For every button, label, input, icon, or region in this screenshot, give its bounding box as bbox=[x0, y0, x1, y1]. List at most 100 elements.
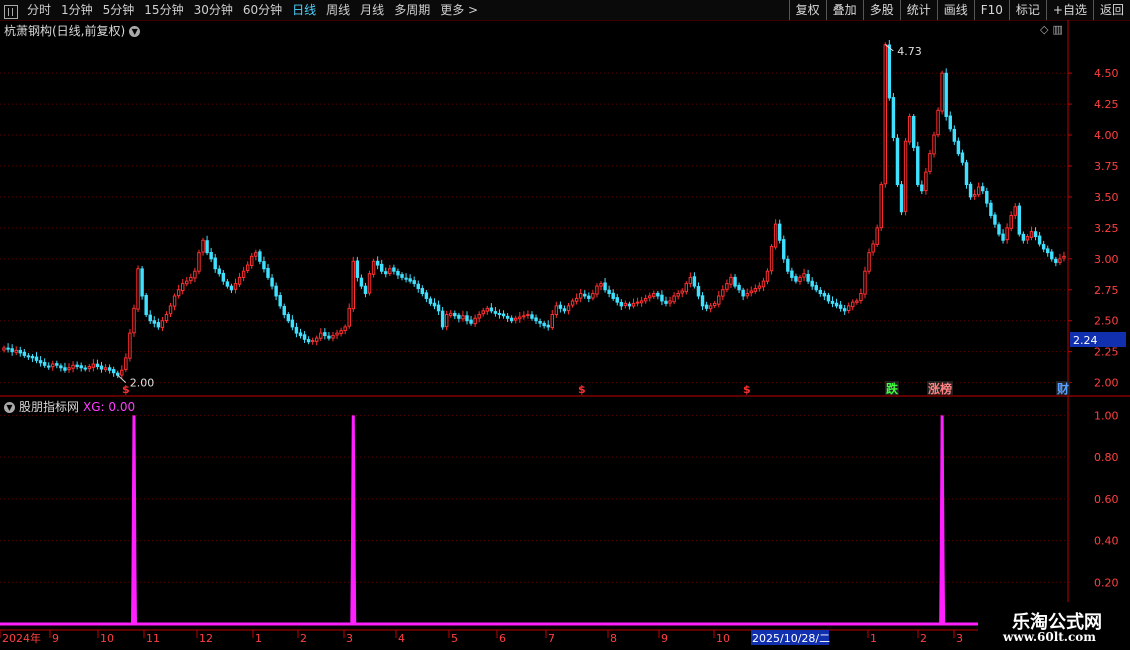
x-axis-label-14: 10 bbox=[716, 632, 730, 645]
candle-body bbox=[233, 283, 238, 290]
x-axis-label-1: 9 bbox=[52, 632, 59, 645]
candles bbox=[2, 40, 1066, 379]
candle-body bbox=[530, 314, 534, 319]
candle-body bbox=[404, 277, 408, 280]
candle-body bbox=[522, 315, 526, 318]
candle-body bbox=[270, 277, 274, 287]
grid-lines bbox=[0, 72, 1068, 583]
candle-body bbox=[899, 184, 904, 213]
candle-body bbox=[932, 134, 936, 155]
candle-body bbox=[989, 202, 993, 217]
candle-body bbox=[449, 312, 453, 316]
candle-body bbox=[879, 184, 883, 229]
candle-body bbox=[936, 109, 940, 136]
candle-body bbox=[867, 252, 871, 272]
x-axis-label-4: 12 bbox=[199, 632, 213, 645]
candle-body bbox=[351, 260, 356, 310]
candle-body bbox=[335, 332, 339, 336]
candle-body bbox=[692, 276, 697, 287]
xg-line bbox=[4, 415, 1064, 626]
event-marker-1[interactable]: $ bbox=[578, 383, 586, 396]
candle-body bbox=[704, 304, 709, 309]
candle-body bbox=[355, 260, 360, 278]
candle-body bbox=[737, 284, 741, 291]
candle-body bbox=[258, 251, 262, 262]
candle-body bbox=[615, 297, 619, 303]
candle-body bbox=[18, 349, 22, 354]
candle-body bbox=[424, 292, 429, 299]
indicator-tick-label-0: 1.00 bbox=[1094, 409, 1119, 422]
candle-body bbox=[201, 239, 205, 253]
price-tick-label-8: 2.50 bbox=[1094, 315, 1119, 328]
candle-body bbox=[916, 146, 920, 186]
candle-body bbox=[981, 186, 985, 192]
candle-body bbox=[205, 240, 209, 254]
candle-body bbox=[786, 258, 790, 272]
candle-body bbox=[428, 298, 433, 304]
candle-body bbox=[400, 274, 404, 278]
candle-body bbox=[485, 307, 490, 312]
candle-body bbox=[599, 283, 603, 287]
candle-body bbox=[59, 365, 63, 369]
candle-body bbox=[920, 184, 924, 192]
candle-body bbox=[213, 257, 217, 270]
candle-body bbox=[1041, 244, 1046, 250]
candle-body bbox=[229, 285, 234, 291]
candle-body bbox=[924, 171, 928, 192]
candle-body bbox=[607, 289, 611, 294]
x-axis-label-8: 4 bbox=[398, 632, 405, 645]
candle-body bbox=[1050, 251, 1054, 260]
candle-body bbox=[444, 314, 449, 328]
event-marker-4[interactable]: 涨榜 bbox=[928, 381, 952, 396]
candle-body bbox=[87, 366, 92, 370]
candle-body bbox=[725, 283, 729, 290]
candle-body bbox=[408, 278, 412, 282]
candle-body bbox=[481, 310, 485, 315]
candle-body bbox=[518, 316, 522, 320]
candle-body bbox=[777, 223, 782, 241]
candle-body bbox=[806, 273, 810, 282]
candle-body bbox=[1058, 258, 1062, 263]
event-marker-5[interactable]: 财 bbox=[1056, 381, 1069, 396]
event-marker-2[interactable]: $ bbox=[743, 383, 751, 396]
candle-body bbox=[688, 276, 693, 285]
x-axis-label-16: 1 bbox=[870, 632, 877, 645]
candle-body bbox=[420, 288, 425, 294]
price-tick-label-5: 3.25 bbox=[1094, 222, 1119, 235]
candle-body bbox=[6, 347, 10, 350]
indicator-tick-label-3: 0.40 bbox=[1094, 535, 1119, 548]
candle-body bbox=[250, 255, 254, 266]
chart-canvas[interactable]: 4.50 4.25 4.00 3.75 3.50 3.25 3.00 2.75 2.50 2.25… bbox=[0, 0, 1130, 650]
candle-body bbox=[164, 314, 169, 322]
candle-body bbox=[887, 44, 892, 99]
candle-body bbox=[753, 288, 758, 292]
candle-body bbox=[310, 340, 315, 343]
candle-body bbox=[838, 304, 843, 309]
high-price-label: 4.73 bbox=[897, 45, 922, 58]
candle-body bbox=[209, 251, 213, 260]
candle-body bbox=[1025, 236, 1030, 241]
candle-body bbox=[619, 301, 624, 307]
candle-body bbox=[643, 297, 648, 302]
candle-body bbox=[63, 367, 67, 371]
event-marker-0[interactable]: $ bbox=[122, 383, 130, 396]
candle-body bbox=[436, 304, 441, 312]
candle-body bbox=[826, 294, 831, 302]
candle-body bbox=[603, 282, 607, 291]
event-marker-3[interactable]: 跌 bbox=[886, 381, 899, 396]
candle-body bbox=[960, 152, 965, 163]
candle-body bbox=[660, 294, 664, 302]
candle-body bbox=[237, 276, 242, 285]
candle-body bbox=[416, 283, 420, 290]
candle-body bbox=[375, 260, 380, 266]
candle-body bbox=[570, 300, 575, 306]
candle-body bbox=[526, 314, 530, 317]
candle-body bbox=[700, 295, 705, 307]
candle-body bbox=[128, 332, 132, 359]
candle-body bbox=[855, 300, 859, 303]
candle-body bbox=[554, 305, 559, 316]
candle-body bbox=[34, 356, 39, 361]
candle-body bbox=[38, 360, 43, 364]
price-tick-label-2: 4.00 bbox=[1094, 129, 1119, 142]
x-axis-label-3: 11 bbox=[146, 632, 160, 645]
